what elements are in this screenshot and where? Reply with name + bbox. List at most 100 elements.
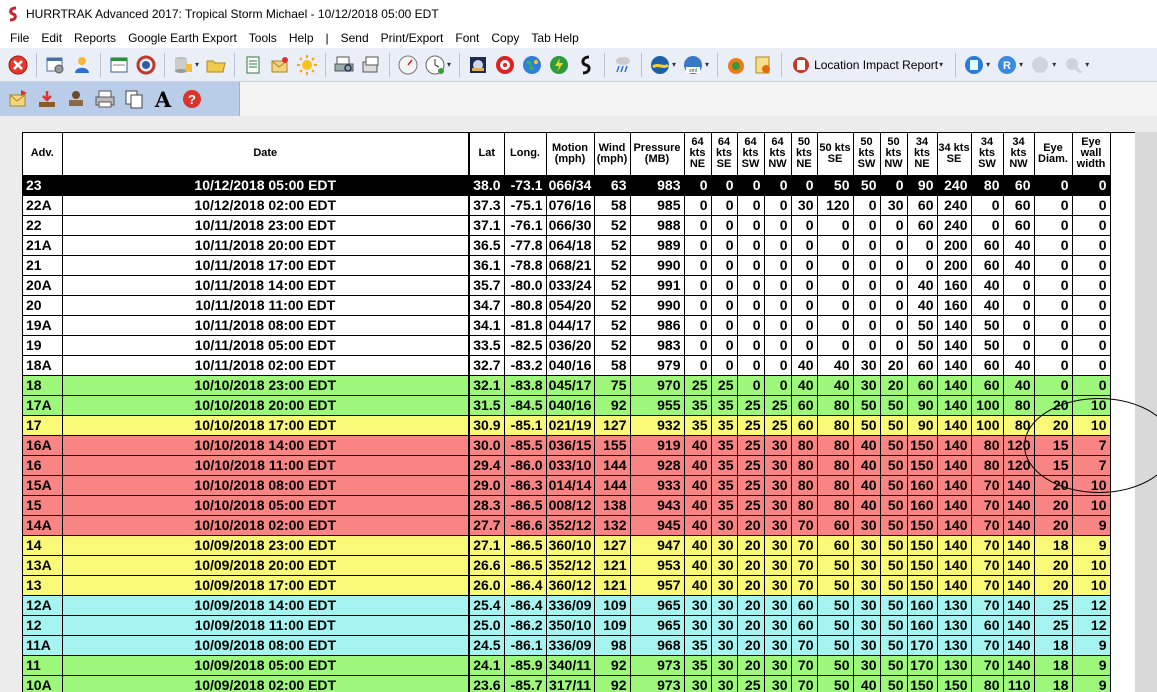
table-row[interactable]: 10A 10/09/2018 02:00 EDT 23.6 -85.7 317/11 92… <box>23 675 1111 692</box>
table-row[interactable]: 12A 10/09/2018 14:00 EDT 25.4 -86.4 336/09 10… <box>23 595 1111 616</box>
table-row[interactable]: 16 10/10/2018 11:00 EDT 29.4 -86.0 033/10 144… <box>23 455 1111 476</box>
table-row[interactable]: 21 10/11/2018 17:00 EDT 36.1 -78.8 068/21 52 9… <box>23 255 1111 276</box>
column-header[interactable]: Motion (mph) <box>546 133 595 176</box>
chevron-down-icon[interactable]: ▾ <box>672 60 676 69</box>
column-header[interactable]: 50 kts SE <box>817 133 854 176</box>
column-header[interactable]: 34 kts NW <box>1003 133 1035 176</box>
refresh-icon[interactable] <box>134 53 158 77</box>
table-row[interactable]: 22 10/11/2018 23:00 EDT 37.1 -76.1 066/30 52 9… <box>23 215 1111 236</box>
settings-window-icon[interactable] <box>43 53 67 77</box>
menu-google-earth-export[interactable]: Google Earth Export <box>122 28 243 48</box>
print-preview-icon[interactable] <box>332 53 356 77</box>
google-earth-icon[interactable] <box>648 53 672 77</box>
column-header[interactable]: Eye wall width <box>1072 133 1111 176</box>
column-header[interactable]: 34 kts NE <box>907 133 938 176</box>
table-row[interactable]: 11 10/09/2018 05:00 EDT 24.1 -85.9 340/11 92 9… <box>23 655 1111 676</box>
table-row[interactable]: 13 10/09/2018 17:00 EDT 26.0 -86.4 360/12 121… <box>23 575 1111 596</box>
column-header[interactable]: Adv. <box>23 133 63 176</box>
chevron-down-icon[interactable]: ▾ <box>986 60 990 69</box>
column-header[interactable]: 50 kts SW <box>853 133 881 176</box>
copy-icon[interactable] <box>122 87 146 111</box>
database-icon[interactable] <box>171 53 195 77</box>
column-header[interactable]: 64 kts NE <box>684 133 712 176</box>
download-icon[interactable] <box>35 87 59 111</box>
column-header[interactable]: 50 kts NW <box>880 133 908 176</box>
send-mail-icon[interactable] <box>6 87 30 111</box>
table-row[interactable]: 14A 10/10/2018 02:00 EDT 27.7 -86.6 352/12 13… <box>23 515 1111 536</box>
table-row[interactable]: 19 10/11/2018 05:00 EDT 33.5 -82.5 036/20 52 9… <box>23 335 1111 356</box>
table-row[interactable]: 12 10/09/2018 11:00 EDT 25.0 -86.2 350/10 109… <box>23 615 1111 636</box>
mail-alert-icon[interactable] <box>268 53 292 77</box>
column-header[interactable]: Lat <box>468 133 505 176</box>
document-icon[interactable] <box>241 53 265 77</box>
menu-tab-help[interactable]: Tab Help <box>525 28 584 48</box>
globe-icon[interactable] <box>520 53 544 77</box>
gauge-icon[interactable] <box>396 53 420 77</box>
column-header[interactable]: 64 kts SE <box>711 133 738 176</box>
table-row[interactable]: 15A 10/10/2018 08:00 EDT 29.0 -86.3 014/14 14… <box>23 475 1111 496</box>
table-row[interactable]: 18A 10/11/2018 02:00 EDT 32.7 -83.2 040/16 58… <box>23 355 1111 376</box>
table-row[interactable]: 15 10/10/2018 05:00 EDT 28.3 -86.5 008/12 138… <box>23 495 1111 516</box>
column-header[interactable]: Pressure (MB) <box>630 133 685 176</box>
table-row[interactable]: 14 10/09/2018 23:00 EDT 27.1 -86.5 360/10 127… <box>23 535 1111 556</box>
clock-icon[interactable] <box>423 53 447 77</box>
table-row[interactable]: 20 10/11/2018 11:00 EDT 34.7 -80.8 054/20 52 9… <box>23 295 1111 316</box>
column-header[interactable]: 34 kts SE <box>937 133 972 176</box>
rain-icon[interactable] <box>611 53 635 77</box>
table-row[interactable]: 18 10/10/2018 23:00 EDT 32.1 -83.8 045/17 75 9… <box>23 375 1111 396</box>
radar-icon[interactable] <box>493 53 517 77</box>
refresh-report-icon[interactable]: R <box>995 53 1019 77</box>
report-badge-icon[interactable] <box>751 53 775 77</box>
column-header[interactable]: 50 kts NE <box>791 133 818 176</box>
chevron-down-icon[interactable]: ▾ <box>447 60 451 69</box>
column-header[interactable]: Eye Diam. <box>1034 133 1073 176</box>
column-header[interactable]: Date <box>62 133 470 176</box>
chevron-down-icon[interactable]: ▾ <box>195 60 199 69</box>
help-icon[interactable]: ? <box>180 87 204 111</box>
sun-icon[interactable] <box>295 53 319 77</box>
exit-icon[interactable] <box>6 53 30 77</box>
table-cell: 0 <box>684 235 712 256</box>
table-row[interactable]: 19A 10/11/2018 08:00 EDT 34.1 -81.8 044/17 52… <box>23 315 1111 336</box>
alert-badge-icon[interactable] <box>724 53 748 77</box>
printer-icon[interactable] <box>93 87 117 111</box>
column-header[interactable]: Wind (mph) <box>594 133 631 176</box>
menu-help[interactable]: Help <box>283 28 320 48</box>
lightning-icon[interactable] <box>547 53 571 77</box>
hurricane-symbol-icon[interactable] <box>574 53 598 77</box>
menu-edit[interactable]: Edit <box>35 28 68 48</box>
table-row[interactable]: 17A 10/10/2018 20:00 EDT 31.5 -84.5 040/16 92… <box>23 395 1111 416</box>
column-header[interactable]: 64 kts SW <box>737 133 765 176</box>
chevron-down-icon[interactable]: ▾ <box>1019 60 1023 69</box>
menu-send[interactable]: Send <box>335 28 375 48</box>
menu-file[interactable]: File <box>4 28 35 48</box>
menu-print-export[interactable]: Print/Export <box>375 28 450 48</box>
table-row[interactable]: 22A 10/12/2018 02:00 EDT 37.3 -75.1 076/16 58… <box>23 195 1111 216</box>
user-location-icon[interactable] <box>70 53 94 77</box>
table-row[interactable]: 21A 10/11/2018 20:00 EDT 36.5 -77.8 064/18 52… <box>23 235 1111 256</box>
open-folder-icon[interactable] <box>204 53 228 77</box>
table-row[interactable]: 17 10/10/2018 17:00 EDT 30.9 -85.1 021/19 127… <box>23 415 1111 436</box>
column-header[interactable]: 34 kts SW <box>971 133 1004 176</box>
table-row[interactable]: 11A 10/09/2018 08:00 EDT 24.5 -86.1 336/09 98… <box>23 635 1111 656</box>
menu-reports[interactable]: Reports <box>68 28 122 48</box>
kml-export-icon[interactable]: xml <box>681 53 705 77</box>
table-row[interactable]: 23 10/12/2018 05:00 EDT 38.0 -73.1 066/34 63 9… <box>23 175 1111 196</box>
blue-report-icon[interactable] <box>962 53 986 77</box>
stamp-icon[interactable] <box>64 87 88 111</box>
menu-font[interactable]: Font <box>449 28 485 48</box>
location-impact-report-button[interactable]: Location Impact Report ▾ <box>788 53 949 77</box>
table-row[interactable]: 20A 10/11/2018 14:00 EDT 35.7 -80.0 033/24 52… <box>23 275 1111 296</box>
table-row[interactable]: 13A 10/09/2018 20:00 EDT 26.6 -86.5 352/12 12… <box>23 555 1111 576</box>
menu-copy[interactable]: Copy <box>485 28 525 48</box>
display-window-icon[interactable] <box>107 53 131 77</box>
table-row[interactable]: 16A 10/10/2018 14:00 EDT 30.0 -85.5 036/15 15… <box>23 435 1111 456</box>
satellite-image-icon[interactable] <box>466 53 490 77</box>
column-header[interactable]: Long. <box>504 133 547 176</box>
menu-tools[interactable]: Tools <box>243 28 283 48</box>
font-icon[interactable]: A <box>151 87 175 111</box>
chevron-down-icon[interactable]: ▾ <box>705 60 709 69</box>
export-icon[interactable] <box>359 53 383 77</box>
vertical-scrollbar[interactable] <box>1135 132 1157 692</box>
column-header[interactable]: 64 kts NW <box>764 133 792 176</box>
